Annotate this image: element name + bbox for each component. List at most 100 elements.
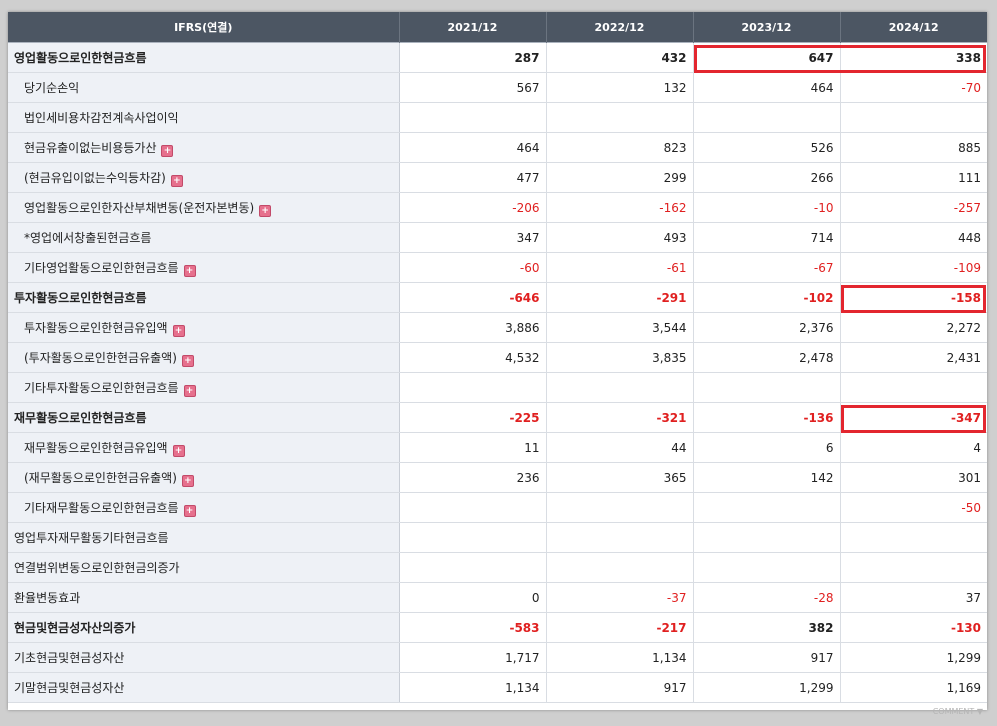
expand-plus-icon[interactable]: + — [183, 264, 196, 277]
row-label: 기타재무활동으로인한현금흐름 + — [8, 492, 400, 523]
value-cell: -225 — [399, 402, 547, 433]
value-cell — [546, 372, 694, 403]
value-cell: 2,478 — [693, 342, 841, 373]
table-row: (투자활동으로인한현금유출액) +4,532 3,835 2,478 2,431 — [8, 342, 987, 373]
row-label-text: (투자활동으로인한현금유출액) — [24, 350, 177, 365]
value-cell: 526 — [693, 132, 841, 163]
row-label-text: 투자활동으로인한현금흐름 — [14, 291, 147, 305]
value-cell: 464 — [693, 72, 841, 103]
expand-plus-icon[interactable]: + — [259, 204, 272, 217]
value-cell: 714 — [693, 222, 841, 253]
row-label-text: 영업투자재무활동기타현금흐름 — [14, 531, 169, 545]
value-cell: 365 — [546, 462, 694, 493]
value-cell: -162 — [546, 192, 694, 223]
table-row: *영업에서창출된현금흐름 347 493 714 448 — [8, 222, 987, 253]
table-row: 영업활동으로인한자산부채변동(운전자본변동) + -206 -162 -10 -257 — [8, 192, 987, 223]
row-label-text: *영업에서창출된현금흐름 — [24, 231, 152, 245]
value-cell — [840, 522, 987, 553]
expand-plus-icon[interactable]: + — [181, 474, 194, 487]
value-cell: -67 — [693, 252, 841, 283]
value-cell — [840, 552, 987, 583]
expand-plus-icon[interactable]: + — [161, 144, 174, 157]
row-label: (투자활동으로인한현금유출액) + — [8, 342, 400, 373]
value-cell — [693, 492, 841, 523]
value-cell: 287 — [399, 42, 547, 73]
row-label-text: 영업활동으로인한자산부채변동(운전자본변동) — [24, 200, 255, 215]
value-cell: 432 — [546, 42, 694, 73]
value-cell: 0 — [399, 582, 547, 613]
row-label: 기타투자활동으로인한현금흐름 + — [8, 372, 400, 403]
row-label: 법인세비용차감전계속사업이익 — [8, 102, 400, 133]
row-label: 당기순손익 — [8, 72, 400, 103]
summary-row: 투자활동으로인한현금흐름 -646 -291 -102 -158 — [8, 282, 987, 313]
value-cell — [399, 522, 547, 553]
value-cell: 1,717 — [399, 642, 547, 673]
row-label: 영업투자재무활동기타현금흐름 — [8, 522, 400, 553]
value-cell — [399, 372, 547, 403]
comment-toggle[interactable]: COMMENT ▼ — [933, 707, 983, 716]
value-cell — [546, 522, 694, 553]
value-cell: 1,299 — [840, 642, 987, 673]
row-label: 현금및현금성자산의증가 — [8, 612, 400, 643]
row-label-text: 영업활동으로인한현금흐름 — [14, 51, 147, 65]
value-cell: -109 — [840, 252, 987, 283]
value-cell: 917 — [693, 642, 841, 673]
expand-plus-icon[interactable]: + — [172, 324, 185, 337]
value-cell: -136 — [693, 402, 841, 433]
row-label: 영업활동으로인한현금흐름 — [8, 42, 400, 73]
table-row: 기초현금및현금성자산 1,717 1,134 917 1,299 — [8, 642, 987, 673]
table-row: 기타영업활동으로인한현금흐름 + -60 -61 -67 -109 — [8, 252, 987, 283]
value-cell: -61 — [546, 252, 694, 283]
row-label: (재무활동으로인한현금유출액) + — [8, 462, 400, 493]
value-cell: 448 — [840, 222, 987, 253]
table-row: (재무활동으로인한현금유출액) +236 365 142 301 — [8, 462, 987, 493]
value-cell: 132 — [546, 72, 694, 103]
value-cell: -60 — [399, 252, 547, 283]
table-row: 기타재무활동으로인한현금흐름 + -50 — [8, 492, 987, 523]
value-cell: 1,169 — [840, 672, 987, 703]
expand-plus-icon[interactable]: + — [181, 354, 194, 367]
table-row: 환율변동효과 0 -37 -28 37 — [8, 582, 987, 613]
value-cell: 464 — [399, 132, 547, 163]
value-cell: 823 — [546, 132, 694, 163]
value-cell: 567 — [399, 72, 547, 103]
header-year-2023: 2023/12 — [693, 12, 841, 43]
header-year-2024: 2024/12 — [840, 12, 987, 43]
expand-plus-icon[interactable]: + — [172, 444, 185, 457]
value-cell: 4,532 — [399, 342, 547, 373]
expand-plus-icon[interactable]: + — [183, 504, 196, 517]
summary-row: 재무활동으로인한현금흐름 -225 -321 -136 -347 — [8, 402, 987, 433]
value-cell — [399, 552, 547, 583]
table-row: 기타투자활동으로인한현금흐름 + — [8, 372, 987, 403]
value-cell: 44 — [546, 432, 694, 463]
value-cell: 301 — [840, 462, 987, 493]
value-cell: 493 — [546, 222, 694, 253]
value-cell: -257 — [840, 192, 987, 223]
value-cell — [693, 522, 841, 553]
value-cell: 266 — [693, 162, 841, 193]
value-cell: 382 — [693, 612, 841, 643]
row-label-text: 기타재무활동으로인한현금흐름 — [24, 500, 179, 515]
expand-plus-icon[interactable]: + — [183, 384, 196, 397]
value-cell: -206 — [399, 192, 547, 223]
header-ifrs[interactable]: IFRS(연결) — [8, 12, 400, 43]
value-cell: -321 — [546, 402, 694, 433]
value-cell: 37 — [840, 582, 987, 613]
row-label: 재무활동으로인한현금흐름 — [8, 402, 400, 433]
expand-plus-icon[interactable]: + — [170, 174, 183, 187]
value-cell: 917 — [546, 672, 694, 703]
value-cell: 338 — [840, 42, 987, 73]
value-cell — [546, 492, 694, 523]
row-label-text: 재무활동으로인한현금흐름 — [14, 411, 147, 425]
value-cell: 647 — [693, 42, 841, 73]
header-year-2022: 2022/12 — [546, 12, 694, 43]
value-cell: 3,886 — [399, 312, 547, 343]
table-row: 법인세비용차감전계속사업이익 — [8, 102, 987, 133]
value-cell — [693, 552, 841, 583]
row-label: *영업에서창출된현금흐름 — [8, 222, 400, 253]
row-label: (현금유입이없는수익등차감) + — [8, 162, 400, 193]
summary-row: 현금및현금성자산의증가 -583 -217 382 -130 — [8, 612, 987, 643]
value-cell: 6 — [693, 432, 841, 463]
value-cell: 236 — [399, 462, 547, 493]
row-label-text: (재무활동으로인한현금유출액) — [24, 470, 177, 485]
